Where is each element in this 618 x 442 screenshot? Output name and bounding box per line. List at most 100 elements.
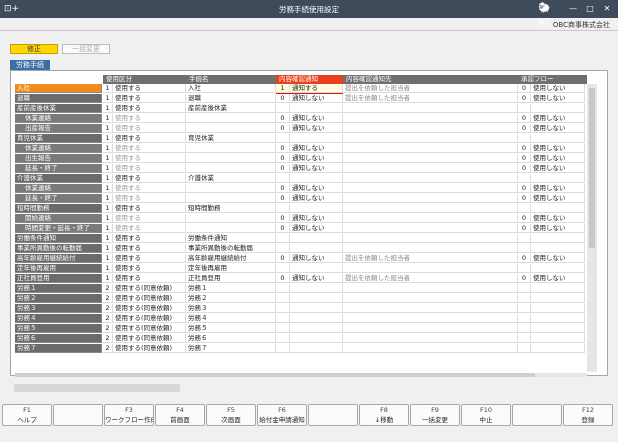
cell-v1[interactable]: 使用する [113,184,186,193]
table-row[interactable]: 入社 1 使用する 入社 1 通知する 提出を依頼した担当者 0 使用しない [15,84,597,93]
cell-v3[interactable]: 使用しない [531,114,585,123]
cell-v1[interactable]: 使用する(同意依頼) [113,334,186,343]
cell-v2[interactable]: 通知しない [290,194,343,203]
cell-k3[interactable]: 0 [518,144,531,153]
cell-v1[interactable]: 使用する [113,94,186,103]
cell-k1[interactable]: 1 [103,194,113,203]
cell-k2[interactable]: 0 [276,94,290,103]
cell-v2[interactable]: 通知しない [290,214,343,223]
table-row[interactable]: 延長・終了 1 使用する 0 通知しない 0 使用しない [15,164,597,173]
cell-v1[interactable]: 使用する [113,194,186,203]
cell-k1[interactable]: 2 [103,314,113,323]
table-row[interactable]: 育児休業 1 使用する 育児休業 [15,134,597,143]
table-row[interactable]: 定年後再雇用 1 使用する 定年後再雇用 [15,264,597,273]
cell-k1[interactable]: 1 [103,174,113,183]
cell-v1[interactable]: 使用する [113,214,186,223]
cell-v3[interactable]: 使用しない [531,194,585,203]
fkey-blank-button[interactable] [512,404,562,426]
table-row[interactable]: 労務７ 2 使用する(同意依頼) 労務７ [15,344,597,353]
cell-v3[interactable]: 使用しない [531,254,585,263]
cell-k2[interactable]: 0 [276,224,290,233]
maximize-icon[interactable]: □ [583,3,597,15]
cell-v1[interactable]: 使用する [113,244,186,253]
cell-v1[interactable]: 使用する [113,114,186,123]
cell-v2[interactable]: 通知する [290,84,343,93]
table-row[interactable]: 労務２ 2 使用する(同意依頼) 労務２ [15,294,597,303]
table-row[interactable]: 労務１ 2 使用する(同意依頼) 労務１ [15,284,597,293]
table-row[interactable]: 短時間勤務 1 使用する 短時間勤務 [15,204,597,213]
cell-v1[interactable]: 使用する [113,124,186,133]
cell-k1[interactable]: 1 [103,274,113,283]
cell-k1[interactable]: 2 [103,324,113,333]
cell-dest[interactable]: 提出を依頼した担当者 [343,274,518,283]
fkey-f3-button[interactable]: F3 ワークフロー作成 [104,404,154,426]
table-row[interactable]: 休業連絡 1 使用する 0 通知しない 0 使用しない [15,184,597,193]
cell-v2[interactable]: 通知しない [290,274,343,283]
cell-v1[interactable]: 使用する [113,204,186,213]
cell-k3[interactable]: 0 [518,84,531,93]
cell-v2[interactable]: 通知しない [290,164,343,173]
cell-k1[interactable]: 1 [103,114,113,123]
cell-v1[interactable]: 使用する(同意依頼) [113,324,186,333]
cell-v2[interactable]: 通知しない [290,94,343,103]
cell-v1[interactable]: 使用する [113,254,186,263]
table-row[interactable]: 労務６ 2 使用する(同意依頼) 労務６ [15,334,597,343]
table-row[interactable]: 退職 1 使用する 退職 0 通知しない 提出を依頼した担当者 0 使用しない [15,94,597,103]
cell-k1[interactable]: 1 [103,214,113,223]
cell-v2[interactable]: 通知しない [290,224,343,233]
cell-k2[interactable]: 1 [276,84,290,93]
cell-v3[interactable]: 使用しない [531,144,585,153]
cell-k1[interactable]: 2 [103,284,113,293]
cell-k2[interactable]: 0 [276,184,290,193]
fkey-f1-button[interactable]: F1 ヘルプ [2,404,52,426]
cell-k3[interactable]: 0 [518,274,531,283]
table-row[interactable]: 高年齢雇用継続給付 1 使用する 高年齢雇用継続給付 0 通知しない 提出を依頼した担当者 0… [15,254,597,263]
cell-v3[interactable]: 使用しない [531,124,585,133]
cell-v2[interactable]: 通知しない [290,144,343,153]
bulk-change-mode-button[interactable]: 一括変更 [62,44,110,54]
cell-k1[interactable]: 1 [103,104,113,113]
cell-v1[interactable]: 使用する [113,274,186,283]
table-row[interactable]: 介護休業 1 使用する 介護休業 [15,174,597,183]
cell-k3[interactable]: 0 [518,124,531,133]
horizontal-scrollbar[interactable] [15,373,587,377]
cell-k1[interactable]: 1 [103,134,113,143]
cell-k1[interactable]: 1 [103,94,113,103]
table-row[interactable]: 労務３ 2 使用する(同意依頼) 労務３ [15,304,597,313]
cell-v1[interactable]: 使用する [113,234,186,243]
cell-v2[interactable]: 通知しない [290,154,343,163]
cell-v3[interactable]: 使用しない [531,164,585,173]
cell-k1[interactable]: 1 [103,84,113,93]
table-row[interactable]: 延長・終了 1 使用する 0 通知しない 0 使用しない [15,194,597,203]
fkey-f12-button[interactable]: F12 登録 [563,404,613,426]
fkey-f10-button[interactable]: F10 中止 [461,404,511,426]
cell-k1[interactable]: 1 [103,124,113,133]
cell-v1[interactable]: 使用する(同意依頼) [113,284,186,293]
cell-k1[interactable]: 1 [103,164,113,173]
cell-k3[interactable]: 0 [518,194,531,203]
fkey-f4-button[interactable]: F4 前画面 [155,404,205,426]
cell-k2[interactable]: 0 [276,214,290,223]
cell-v3[interactable]: 使用しない [531,224,585,233]
cell-k1[interactable]: 2 [103,304,113,313]
cell-k3[interactable]: 0 [518,214,531,223]
cell-v1[interactable]: 使用する [113,174,186,183]
cell-k1[interactable]: 2 [103,294,113,303]
cell-v2[interactable]: 通知しない [290,124,343,133]
cell-v1[interactable]: 使用する(同意依頼) [113,314,186,323]
cell-k2[interactable]: 0 [276,144,290,153]
minimize-icon[interactable]: — [566,3,580,15]
cell-k1[interactable]: 1 [103,144,113,153]
cell-v1[interactable]: 使用する [113,164,186,173]
tab-labor-procedures[interactable]: 労務手続 [10,60,50,70]
cell-v1[interactable]: 使用する [113,264,186,273]
cell-k3[interactable]: 0 [518,224,531,233]
table-row[interactable]: 休業連絡 1 使用する 0 通知しない 0 使用しない [15,114,597,123]
cell-v2[interactable]: 通知しない [290,114,343,123]
fkey-blank-button[interactable] [308,404,358,426]
table-row[interactable]: 事業所異動後の転勤届 1 使用する 事業所異動後の転勤届 [15,244,597,253]
table-row[interactable]: 労務５ 2 使用する(同意依頼) 労務５ [15,324,597,333]
cell-k1[interactable]: 1 [103,184,113,193]
edit-mode-button[interactable]: 修正 [10,44,58,54]
table-row[interactable]: 時間変更・延長・終了 1 使用する 0 通知しない 0 使用しない [15,224,597,233]
